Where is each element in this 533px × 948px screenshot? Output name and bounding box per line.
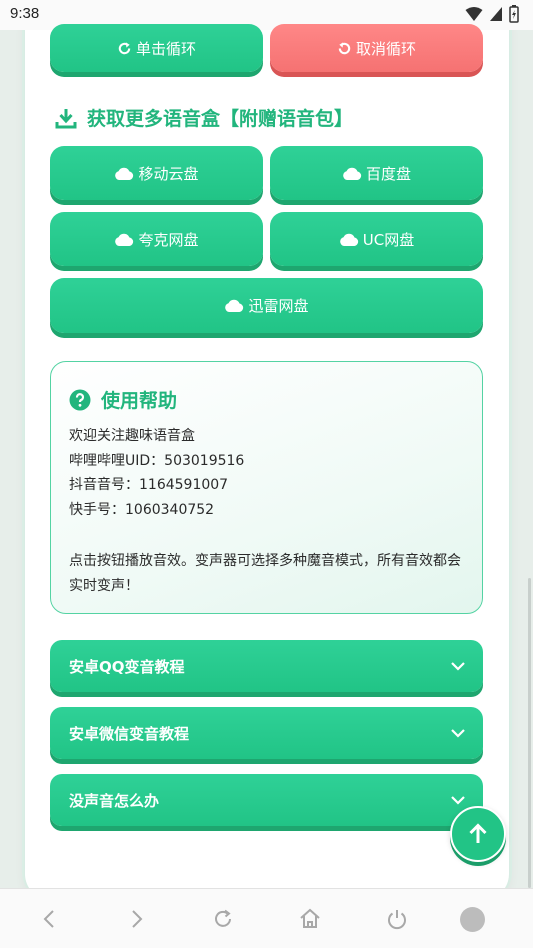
help-paragraph: 点击按钮播放音效。变声器可选择多种魔音模式，所有音效都会实时变声！ [69, 553, 461, 594]
chevron-down-icon [451, 796, 465, 805]
accordion-qq-tutorial[interactable]: 安卓QQ变音教程 [50, 640, 483, 692]
cloud-icon [225, 299, 244, 312]
accordion-wechat-tutorial[interactable]: 安卓微信变音教程 [50, 707, 483, 759]
baidu-pan-button[interactable]: 百度盘 [270, 146, 483, 200]
cancel-loop-label: 取消循环 [355, 39, 416, 58]
power-icon[interactable] [385, 907, 409, 931]
uc-pan-button[interactable]: UC网盘 [270, 212, 483, 266]
single-loop-label: 单击循环 [135, 39, 196, 58]
quark-pan-button[interactable]: 夸克网盘 [50, 212, 263, 266]
help-contact-lines: 欢迎关注趣味语音盒 哔哩哔哩UID：503019516 抖音音号：1164591… [69, 424, 469, 522]
cloud-icon [115, 233, 134, 246]
signal-icon [490, 7, 502, 21]
back-icon[interactable] [38, 907, 62, 931]
uc-pan-label: UC网盘 [362, 230, 415, 249]
browser-nav-bar [0, 888, 533, 948]
scrollbar[interactable] [528, 578, 531, 888]
scroll-top-button[interactable] [450, 806, 506, 862]
mobile-cloud-label: 移动云盘 [138, 164, 199, 183]
wifi-icon [465, 7, 483, 21]
refresh-icon [118, 41, 131, 54]
cancel-loop-button[interactable]: 取消循环 [270, 24, 483, 72]
download-section-title: 获取更多语音盒【附赠语音包】 [55, 104, 353, 131]
undo-icon [338, 41, 351, 54]
xunlei-pan-label: 迅雷网盘 [248, 297, 309, 315]
single-loop-button[interactable]: 单击循环 [50, 24, 263, 72]
help-line: 抖音音号：1164591007 [69, 477, 229, 494]
baidu-pan-label: 百度盘 [365, 164, 411, 183]
help-title: 使用帮助 [69, 386, 177, 413]
forward-icon[interactable] [124, 907, 148, 931]
help-box: 使用帮助 欢迎关注趣味语音盒 哔哩哔哩UID：503019516 抖音音号：11… [50, 361, 483, 614]
accordion-label: 安卓微信变音教程 [69, 724, 190, 743]
help-line: 欢迎关注趣味语音盒 [69, 428, 195, 444]
chevron-down-icon [451, 729, 465, 738]
accordion-no-sound[interactable]: 没声音怎么办 [50, 774, 483, 826]
question-circle-icon [69, 389, 91, 410]
xunlei-pan-button[interactable]: 迅雷网盘 [50, 278, 483, 333]
chevron-down-icon [451, 662, 465, 671]
battery-icon [509, 5, 519, 23]
mobile-cloud-button[interactable]: 移动云盘 [50, 146, 263, 200]
tabs-circle-icon[interactable] [460, 907, 485, 932]
download-section-label: 获取更多语音盒【附赠语音包】 [87, 108, 354, 130]
accordion-label: 没声音怎么办 [69, 791, 160, 810]
help-line: 哔哩哔哩UID：503019516 [69, 452, 245, 469]
download-icon [55, 108, 77, 128]
quark-pan-label: 夸克网盘 [138, 230, 199, 249]
accordion-label: 安卓QQ变音教程 [69, 657, 185, 676]
home-icon[interactable] [298, 907, 322, 931]
help-title-label: 使用帮助 [101, 390, 178, 412]
reload-icon[interactable] [211, 907, 235, 931]
help-line: 快手号：1060340752 [69, 501, 215, 518]
cloud-icon [339, 233, 358, 246]
status-icons [465, 5, 519, 23]
status-time: 9:38 [10, 5, 40, 22]
arrow-up-icon [469, 823, 487, 843]
cloud-icon [115, 167, 134, 180]
cloud-icon [343, 167, 362, 180]
